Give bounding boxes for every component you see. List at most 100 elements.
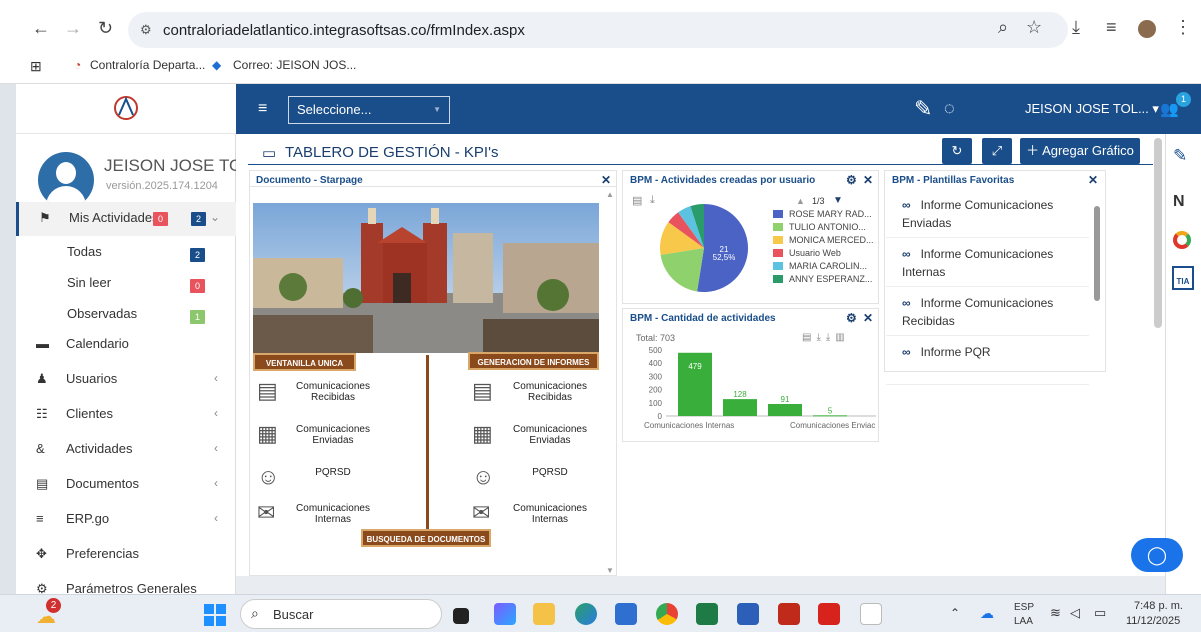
store-icon[interactable] [615, 603, 637, 625]
scroll-up-icon[interactable]: ▲ [606, 190, 614, 199]
document-type-icon[interactable]: ▤ [257, 378, 278, 404]
bar[interactable] [723, 399, 757, 416]
user-menu[interactable]: JEISON JOSE TOL... ▾ [1025, 101, 1159, 117]
back-icon[interactable]: ← [32, 18, 50, 39]
taskbar-search[interactable]: ⌕ Buscar [240, 599, 442, 629]
doc-link-right[interactable]: Comunicaciones Internas [505, 503, 595, 525]
refresh-button[interactable]: ↻ [942, 138, 972, 164]
bar[interactable] [768, 403, 802, 416]
clock-time[interactable]: 7:48 p. m. [1134, 600, 1183, 612]
bar[interactable] [813, 415, 847, 417]
gear-icon[interactable]: ⚙ [846, 311, 857, 325]
sidebar-item-mis-actividades[interactable]: ⚑ Mis Actividades 0 2 ⌄ [16, 202, 236, 236]
forward-icon[interactable]: → [64, 18, 82, 39]
close-icon[interactable]: ✕ [863, 311, 873, 325]
sidebar-item-2[interactable]: ♟ Usuarios ‹ [16, 363, 236, 395]
ventanilla-unica-button[interactable]: VENTANILLA UNICA [253, 353, 356, 371]
close-icon[interactable]: ✕ [601, 173, 611, 187]
doc-link-left[interactable]: Comunicaciones Enviadas [288, 424, 378, 446]
word-icon[interactable] [737, 603, 759, 625]
gear-icon[interactable]: ⚙ [846, 173, 857, 187]
favorite-item[interactable]: ∞ Informe Comunicaciones Enviadas [886, 190, 1089, 238]
sidebar-item-6[interactable]: ≡ ERP.go ‹ [16, 503, 236, 535]
contraloria-logo[interactable] [111, 93, 141, 123]
star-icon[interactable]: ☆ [1026, 17, 1042, 38]
doc-link-right[interactable]: Comunicaciones Enviadas [505, 424, 595, 446]
busqueda-documentos-button[interactable]: BUSQUEDA DE DOCUMENTOS [361, 529, 491, 547]
site-info-icon[interactable]: ⚙ [140, 22, 152, 38]
profile-avatar[interactable] [1138, 20, 1156, 38]
generacion-informes-button[interactable]: GENERACION DE INFORMES [468, 352, 599, 370]
sidebar-item-5[interactable]: ▤ Documentos ‹ [16, 468, 236, 500]
doc-link-left[interactable]: Comunicaciones Internas [288, 503, 378, 525]
sidebar-subitem[interactable]: Sin leer 0 [16, 267, 236, 298]
chat-bubble-button[interactable]: ◯ [1131, 538, 1183, 572]
lang-laa[interactable]: LAA [1014, 616, 1033, 627]
close-icon[interactable]: ✕ [1088, 173, 1098, 187]
legend-label[interactable]: MARIA CAROLIN... [789, 261, 867, 271]
download-icon[interactable]: ⤓ [1072, 17, 1080, 38]
sidebar-item-7[interactable]: ✥ Preferencias [16, 538, 236, 570]
fullscreen-button[interactable]: ⤢ [982, 138, 1012, 164]
chrome-icon[interactable] [656, 603, 678, 625]
pager-up-icon[interactable]: ▲ [796, 196, 805, 206]
document-type-icon[interactable]: ✉ [472, 500, 490, 526]
hamburger-icon[interactable]: ≡ [258, 100, 267, 118]
document-type-icon[interactable]: ✉ [257, 500, 275, 526]
sidebar-item-8[interactable]: ⚙ Parámetros Generales [16, 573, 236, 605]
onedrive-icon[interactable]: ☁ [980, 605, 994, 622]
document-type-icon[interactable]: ☺ [257, 464, 279, 490]
doc-link-right[interactable]: Comunicaciones Recibidas [505, 381, 595, 403]
sidebar-subitem[interactable]: Todas 2 [16, 236, 236, 267]
filezilla-icon[interactable] [778, 603, 800, 625]
m365-icon[interactable] [494, 603, 516, 625]
doc-link-left[interactable]: Comunicaciones Recibidas [288, 381, 378, 403]
document-type-icon[interactable]: ☺ [472, 464, 494, 490]
legend-label[interactable]: ROSE MARY RAD... [789, 209, 872, 219]
sidebar-item-3[interactable]: ☷ Clientes ‹ [16, 398, 236, 430]
fav-scrollbar[interactable] [1094, 206, 1100, 301]
document-type-icon[interactable]: ▦ [472, 421, 493, 447]
module-select[interactable]: Seleccione... ▼ [288, 96, 450, 124]
wifi-icon[interactable]: ≋ [1050, 605, 1061, 621]
close-icon[interactable]: ✕ [863, 173, 873, 187]
excel-icon[interactable] [696, 603, 718, 625]
bookmark-contraloria[interactable]: Contraloría Departa... [90, 58, 205, 72]
legend-label[interactable]: TULIO ANTONIO... [789, 222, 866, 232]
tray-chevron-icon[interactable]: ⌃ [950, 606, 960, 620]
doc-link-left[interactable]: PQRSD [288, 467, 378, 478]
favorite-item[interactable]: ∞ Informe Comunicaciones Recibidas [886, 288, 1089, 336]
sidebar-subitem[interactable]: Observadas 1 [16, 298, 236, 329]
reading-list-icon[interactable]: ≡ [1106, 17, 1117, 38]
add-chart-button[interactable]: ＋ Agregar Gráfico [1020, 138, 1140, 164]
document-type-icon[interactable]: ▤ [472, 378, 493, 404]
apps-icon[interactable]: ⊞ [30, 58, 42, 75]
edge-icon[interactable] [575, 603, 597, 625]
onenote-icon[interactable]: N [1173, 193, 1185, 211]
doc-link-right[interactable]: PQRSD [505, 467, 595, 478]
file-explorer-icon[interactable] [533, 603, 555, 625]
sidebar-item-1[interactable]: ▬ Calendario [16, 328, 236, 360]
pager-down-icon[interactable]: ▼ [833, 195, 843, 206]
acrobat-icon[interactable] [818, 603, 840, 625]
brush-icon[interactable]: ✎ [914, 96, 932, 122]
zoom-icon[interactable]: ⌕ [998, 17, 1008, 38]
snipping-tool-icon[interactable] [860, 603, 882, 625]
battery-icon[interactable]: ▭ [1094, 605, 1106, 621]
windows-start-icon[interactable] [204, 604, 226, 626]
legend-label[interactable]: Usuario Web [789, 248, 841, 258]
document-icon[interactable]: ▤ [632, 194, 642, 207]
document-type-icon[interactable]: ▦ [257, 421, 278, 447]
edit-icon[interactable]: ✎ [1173, 146, 1187, 166]
favorite-item[interactable]: ∞ Informe Comunicaciones Internas [886, 239, 1089, 287]
volume-icon[interactable]: ◁ [1070, 605, 1080, 621]
favorite-item[interactable]: ∞ Informe PQR [886, 337, 1089, 385]
bookmark-correo[interactable]: Correo: JEISON JOS... [233, 58, 356, 72]
sidebar-item-4[interactable]: & Actividades ‹ [16, 433, 236, 465]
legend-label[interactable]: ANNY ESPERANZ... [789, 274, 872, 284]
clock-date[interactable]: 11/12/2025 [1126, 615, 1180, 627]
legend-label[interactable]: MONICA MERCED... [789, 235, 874, 245]
menu-dots-icon[interactable]: ⋮ [1174, 17, 1192, 38]
tia-icon[interactable]: TIA [1172, 266, 1194, 290]
main-scrollbar[interactable] [1154, 138, 1162, 328]
